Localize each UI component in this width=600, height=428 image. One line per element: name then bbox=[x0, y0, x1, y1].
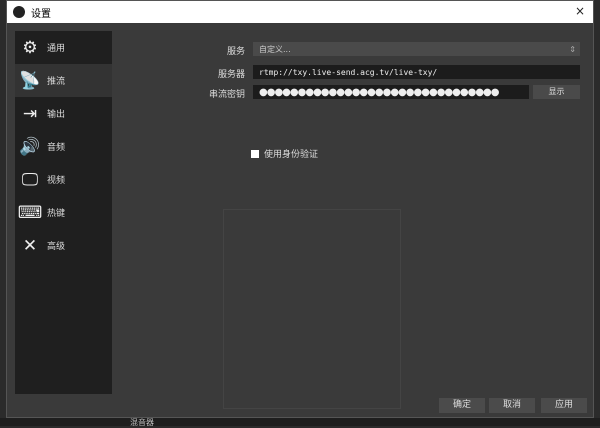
sidebar-item-advanced[interactable]: ✕ 高级 bbox=[15, 229, 112, 262]
sidebar-item-stream[interactable]: 📡 推流 bbox=[15, 64, 112, 97]
stream-key-label: 串流密钥 bbox=[208, 90, 245, 100]
tools-icon: ✕ bbox=[22, 235, 38, 256]
gear-icon: ⚙ bbox=[22, 37, 38, 58]
sidebar-item-audio[interactable]: 🔊 音频 bbox=[15, 130, 112, 163]
service-select[interactable]: 自定义... ⇕ bbox=[253, 42, 580, 56]
updown-chevron-icon: ⇕ bbox=[569, 44, 576, 54]
apply-button[interactable]: 应用 bbox=[541, 398, 587, 413]
sidebar-item-label: 视频 bbox=[47, 176, 66, 186]
show-key-button[interactable]: 显示 bbox=[533, 85, 580, 99]
sidebar-item-hotkeys[interactable]: ⌨ 热键 bbox=[15, 196, 112, 229]
keyboard-icon: ⌨ bbox=[17, 202, 43, 223]
settings-sidebar: ⚙ 通用 📡 推流 ⇥ 输出 🔊 音频 🖵 视频 ⌨ 热键 ✕ 高级 bbox=[15, 31, 112, 394]
window-title: 设置 bbox=[31, 8, 51, 20]
stream-key-input[interactable]: ●●●●●●●●●●●●●●●●●●●●●●●●●●●●●●● bbox=[253, 85, 529, 99]
speaker-icon: 🔊 bbox=[19, 136, 41, 157]
title-bar: 设置 × bbox=[7, 1, 593, 23]
server-input[interactable]: rtmp://txy.live-send.acg.tv/live-txy/ bbox=[253, 65, 580, 79]
sidebar-item-label: 高级 bbox=[47, 242, 66, 252]
ok-button[interactable]: 确定 bbox=[439, 398, 485, 413]
background-mixer-label: 混音器 bbox=[130, 418, 154, 427]
close-icon[interactable]: × bbox=[575, 4, 585, 18]
settings-dialog: 设置 × ⚙ 通用 📡 推流 ⇥ 输出 🔊 音频 🖵 视频 ⌨ 热键 ✕ 高级 服务 自定义.… bbox=[6, 0, 594, 418]
sidebar-item-general[interactable]: ⚙ 通用 bbox=[15, 31, 112, 64]
sidebar-item-label: 推流 bbox=[47, 77, 66, 87]
use-auth-checkbox[interactable]: 使用身份验证 bbox=[251, 147, 318, 160]
background-app bbox=[0, 418, 600, 426]
sidebar-item-output[interactable]: ⇥ 输出 bbox=[15, 97, 112, 130]
sidebar-item-label: 音频 bbox=[47, 143, 66, 153]
output-icon: ⇥ bbox=[22, 103, 38, 124]
service-value: 自定义... bbox=[259, 44, 291, 54]
sidebar-item-label: 通用 bbox=[47, 44, 66, 54]
antenna-icon: 📡 bbox=[19, 70, 41, 91]
sidebar-item-label: 输出 bbox=[47, 110, 66, 120]
sidebar-item-video[interactable]: 🖵 视频 bbox=[15, 163, 112, 196]
service-label: 服务 bbox=[226, 47, 245, 57]
checkbox-box[interactable] bbox=[251, 149, 259, 158]
cancel-button[interactable]: 取消 bbox=[489, 398, 535, 413]
obs-logo-icon bbox=[13, 6, 25, 18]
empty-panel bbox=[223, 209, 401, 409]
server-label: 服务器 bbox=[217, 70, 245, 80]
use-auth-label: 使用身份验证 bbox=[264, 150, 319, 160]
monitor-icon: 🖵 bbox=[21, 169, 39, 190]
sidebar-item-label: 热键 bbox=[47, 209, 66, 219]
